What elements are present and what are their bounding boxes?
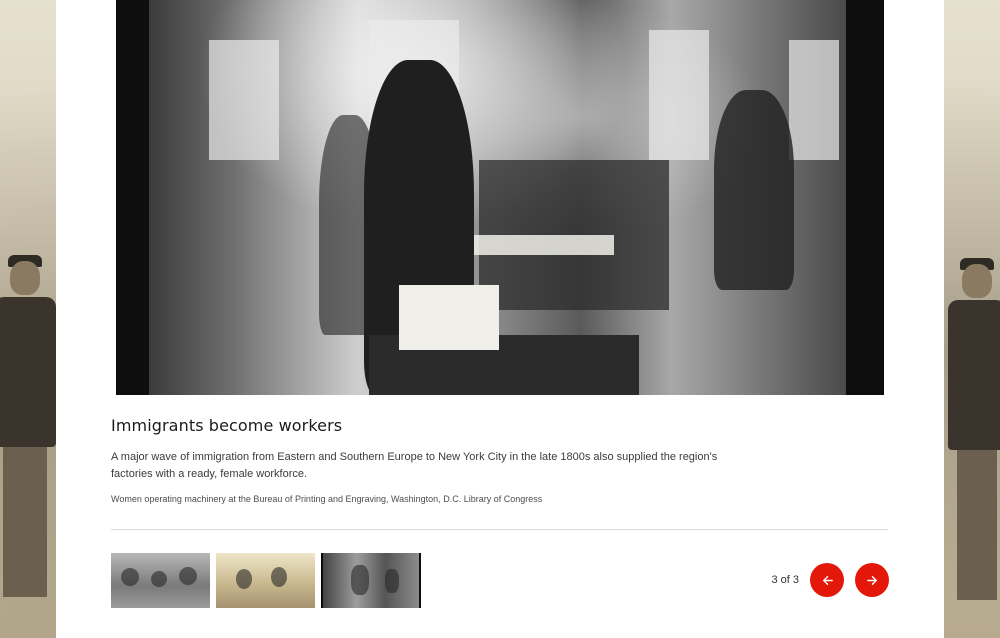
arrow-left-icon — [822, 575, 833, 585]
thumbnail-3-selected[interactable] — [321, 553, 421, 608]
background-soldier-right — [948, 258, 1000, 638]
main-photo-frame — [116, 0, 884, 395]
slide-counter: 3 of 3 — [771, 574, 799, 586]
slideshow-card: Immigrants become workers A major wave o… — [56, 0, 944, 638]
previous-button[interactable] — [810, 563, 844, 597]
thumbnail-2[interactable] — [216, 553, 315, 608]
slide-title: Immigrants become workers — [111, 416, 343, 435]
next-button[interactable] — [855, 563, 889, 597]
thumbnail-1[interactable] — [111, 553, 210, 608]
divider — [111, 529, 888, 530]
slide-description: A major wave of immigration from Eastern… — [111, 451, 718, 480]
thumbnail-strip — [111, 553, 421, 608]
main-photo — [149, 0, 846, 395]
photo-credit: Women operating machinery at the Bureau … — [111, 494, 543, 504]
pagination: 3 of 3 — [771, 563, 889, 597]
arrow-right-icon — [866, 575, 877, 585]
background-soldier-left — [0, 255, 56, 638]
